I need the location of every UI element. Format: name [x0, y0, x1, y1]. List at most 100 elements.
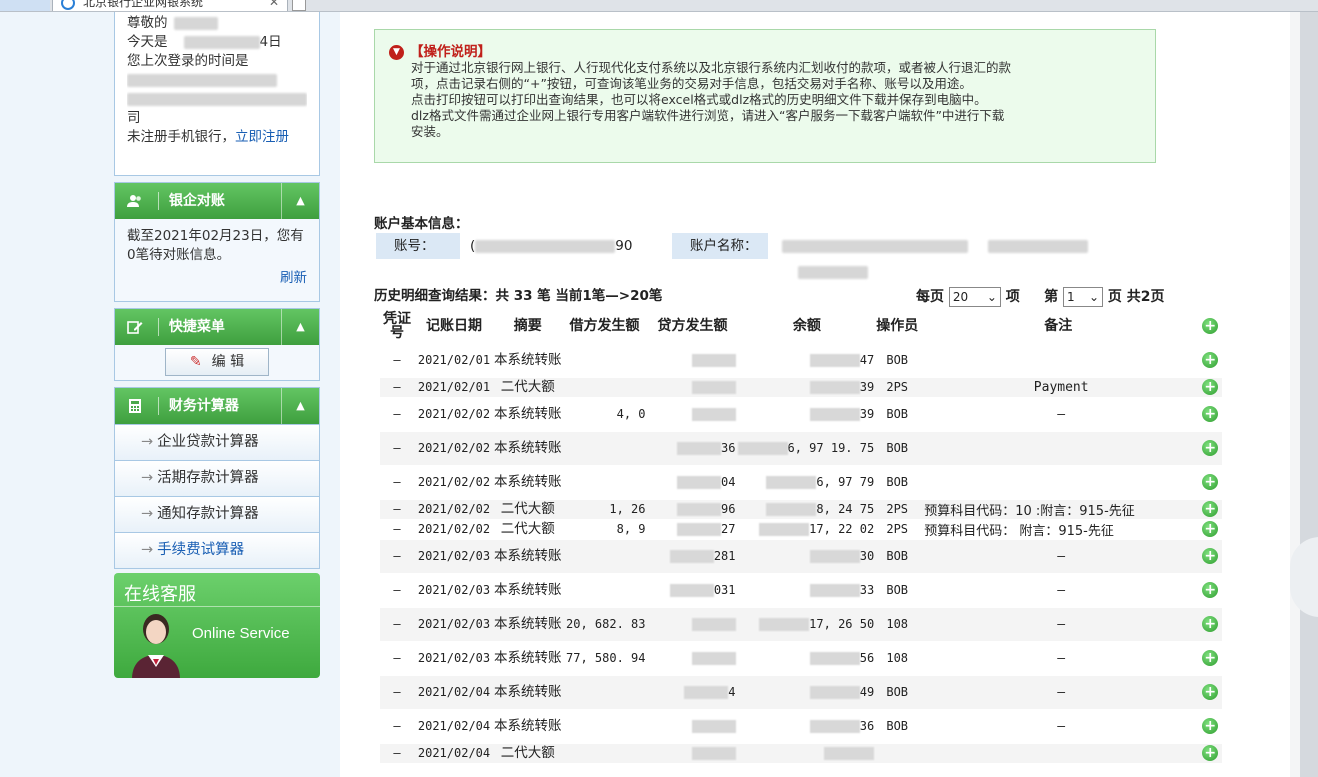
- cell-op: BOB: [876, 465, 919, 500]
- cell-balance: 56: [737, 641, 877, 676]
- calculator-header[interactable]: 财务计算器 ▲: [115, 388, 319, 424]
- calc-item-notice[interactable]: → 通知存款计算器: [115, 496, 319, 532]
- cell-debit-text: 1, 26: [609, 502, 646, 516]
- plus-circle-icon[interactable]: +: [1202, 501, 1219, 517]
- masked-amount: [669, 584, 714, 597]
- masked-amount: [759, 618, 810, 631]
- register-link[interactable]: 立即注册: [235, 129, 289, 145]
- browser-tab[interactable]: 北京银行企业网银系统 ✕: [52, 0, 288, 11]
- cell-pz: –: [380, 641, 414, 676]
- plus-circle-icon[interactable]: +: [1202, 379, 1219, 395]
- cell-pz: –: [380, 675, 414, 710]
- masked-account-no: [475, 239, 616, 253]
- mobile-row: 未注册手机银行，立即注册: [127, 128, 307, 147]
- notice-line: 安装。: [411, 124, 449, 139]
- cell-credit-text: 36: [721, 441, 736, 455]
- cell-zy-text: 本系统转账: [494, 649, 562, 666]
- cell-date: 2021/02/02: [414, 465, 494, 500]
- cell-op-text: BOB: [886, 583, 909, 597]
- collapse-arrow-icon[interactable]: ▲: [281, 309, 319, 345]
- calc-item-demand[interactable]: → 活期存款计算器: [115, 460, 319, 496]
- mobile-text: 未注册手机银行，: [127, 129, 235, 145]
- cell-credit: [647, 641, 738, 676]
- edit-shortcut-button[interactable]: ✎ 编 辑: [165, 348, 269, 376]
- operation-notice: ▼ 【操作说明】 对于通过北京银行网上银行、人行现代化支付系统以及北京银行系统内汇…: [374, 29, 1156, 163]
- cell-note: –: [918, 709, 1199, 744]
- plus-circle-icon[interactable]: +: [1202, 474, 1219, 490]
- cell-note: 预算科目代码：10 :附言：915-先征: [918, 499, 1199, 520]
- page-select[interactable]: 1 ⌄: [1063, 287, 1103, 307]
- cell-debit: [561, 431, 648, 466]
- masked-account-name: [988, 239, 1088, 253]
- masked-amount: [677, 523, 722, 536]
- cell-balance: 6, 97 79: [737, 465, 877, 500]
- close-tab-icon[interactable]: ✕: [269, 0, 279, 11]
- cell-debit: 77, 580. 94: [561, 641, 648, 676]
- cell-credit: 27: [647, 519, 738, 540]
- per-page-select[interactable]: 20 ⌄: [948, 287, 1001, 307]
- plus-circle-icon[interactable]: +: [1202, 745, 1219, 761]
- col-header-expand: +: [1198, 309, 1223, 344]
- cell-credit-text: 031: [713, 583, 736, 597]
- cell-date-text: 2021/02/02: [417, 522, 491, 536]
- plus-circle-icon[interactable]: +: [1202, 616, 1219, 632]
- cell-date: 2021/02/04: [414, 743, 494, 764]
- shortcut-header[interactable]: 快捷菜单 ▲: [115, 309, 319, 345]
- masked-amount: [809, 381, 860, 394]
- cell-debit: [561, 573, 648, 608]
- cell-debit-text: 77, 580. 94: [566, 651, 646, 665]
- calc-item-fee[interactable]: → 手续费试算器: [115, 532, 319, 568]
- chevron-down-icon: ⌄: [986, 290, 997, 304]
- cell-op: 2PS: [876, 377, 919, 398]
- masked-amount: [684, 686, 729, 699]
- calc-label: 活期存款计算器: [157, 470, 259, 486]
- masked-amount: [691, 652, 736, 665]
- online-service-banner[interactable]: 在线客服 Online Service: [114, 573, 320, 678]
- cell-op: [876, 743, 919, 764]
- plus-circle-icon[interactable]: +: [1202, 406, 1219, 422]
- notice-title: 【操作说明】: [410, 44, 491, 60]
- cell-date-text: 2021/02/03: [417, 583, 491, 597]
- cell-pz-text: –: [393, 685, 401, 699]
- refresh-link[interactable]: 刷新: [127, 269, 307, 288]
- reconcile-header[interactable]: 银企对账 ▲: [115, 183, 319, 219]
- collapse-arrow-icon[interactable]: ▲: [281, 388, 319, 424]
- masked-amount: [809, 354, 860, 367]
- account-name-label: 账户名称：: [672, 233, 768, 259]
- calc-item-loan[interactable]: → 企业贷款计算器: [115, 424, 319, 460]
- plus-circle-icon[interactable]: +: [1202, 650, 1219, 666]
- plus-circle-icon[interactable]: +: [1202, 317, 1219, 334]
- today-row: 今天是 4日: [127, 33, 307, 52]
- company-suffix: 司: [127, 110, 141, 126]
- users-icon: [127, 195, 141, 207]
- service-subtitle: Online Service: [192, 625, 290, 642]
- cell-zy-text: 二代大额: [500, 520, 555, 537]
- cell-zy-text: 二代大额: [500, 500, 555, 517]
- masked-time: [127, 73, 277, 87]
- collapse-arrow-icon[interactable]: ▲: [281, 183, 319, 219]
- cell-expand: +: [1198, 539, 1223, 574]
- cell-op: BOB: [876, 431, 919, 466]
- plus-circle-icon[interactable]: +: [1202, 440, 1219, 456]
- plus-circle-icon[interactable]: +: [1202, 684, 1219, 700]
- page-label: 第: [1044, 289, 1059, 305]
- cell-balance-text: 49: [859, 685, 875, 699]
- new-tab-button[interactable]: [292, 0, 306, 11]
- cell-credit-text: 281: [713, 549, 736, 563]
- cell-expand: +: [1198, 675, 1223, 710]
- cell-op-text: BOB: [886, 407, 909, 421]
- calculator-panel: 财务计算器 ▲ → 企业贷款计算器 → 活期存款计算器 → 通知存款计算器 → 手续费试…: [114, 387, 320, 569]
- account-name-value: [782, 233, 1169, 279]
- cell-balance: 33: [737, 573, 877, 608]
- plus-circle-icon[interactable]: +: [1202, 582, 1219, 598]
- cell-op-text: BOB: [886, 441, 909, 455]
- plus-circle-icon[interactable]: +: [1202, 521, 1219, 537]
- arrow-icon: →: [141, 542, 154, 558]
- plus-circle-icon[interactable]: +: [1202, 548, 1219, 564]
- plus-circle-icon[interactable]: +: [1202, 718, 1219, 734]
- cell-balance-text: 8, 24 75: [816, 502, 875, 516]
- masked-amount: [677, 476, 722, 489]
- cell-balance: 17, 22 02: [737, 519, 877, 540]
- scrollbar[interactable]: [1290, 12, 1318, 777]
- plus-circle-icon[interactable]: +: [1202, 352, 1219, 368]
